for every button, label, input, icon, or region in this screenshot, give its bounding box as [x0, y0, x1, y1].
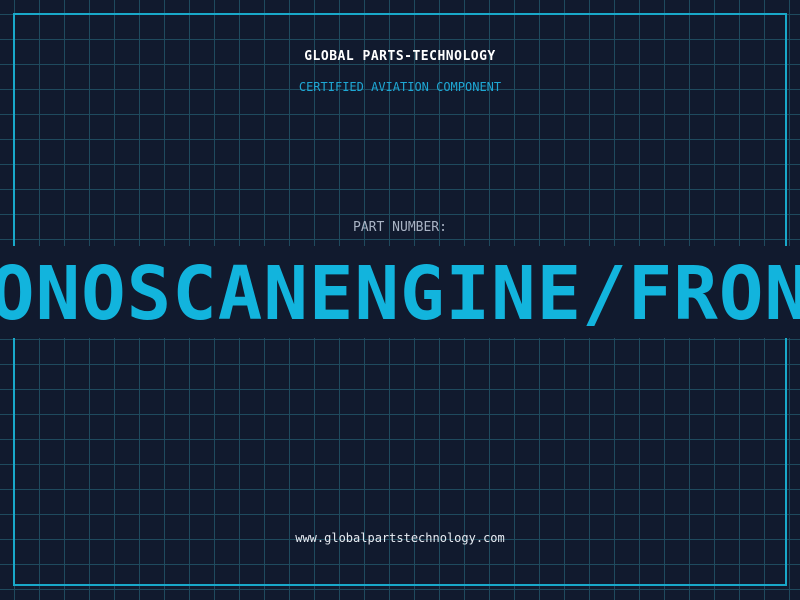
certification-subtitle: CERTIFIED AVIATION COMPONENT	[298, 80, 502, 94]
website-url: www.globalpartstechnology.com	[295, 531, 505, 545]
company-title: GLOBAL PARTS-TECHNOLOGY	[304, 49, 496, 64]
part-number-value: ONOSCANENGINE/FRON	[0, 251, 800, 337]
part-number-label: PART NUMBER:	[353, 220, 447, 235]
part-number-band: ONOSCANENGINE/FRON	[0, 246, 800, 338]
